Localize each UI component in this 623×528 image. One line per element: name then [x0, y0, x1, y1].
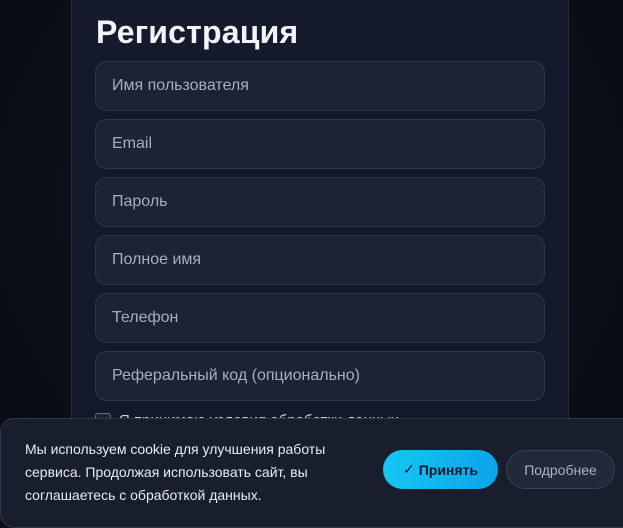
cookie-banner-text: Мы используем cookie для улучшения работ…	[25, 438, 370, 507]
accept-cookies-button[interactable]: ✓ Принять	[383, 450, 498, 489]
password-field[interactable]	[95, 177, 545, 227]
page-title: Регистрация	[96, 12, 298, 52]
phone-field[interactable]	[95, 293, 545, 343]
email-field[interactable]	[95, 119, 545, 169]
username-field[interactable]	[95, 61, 545, 111]
more-info-button[interactable]: Подробнее	[506, 450, 615, 489]
referral-code-field[interactable]	[95, 351, 545, 401]
check-icon: ✓	[403, 461, 415, 478]
full-name-field[interactable]	[95, 235, 545, 285]
accept-button-label: Принять	[419, 462, 478, 478]
